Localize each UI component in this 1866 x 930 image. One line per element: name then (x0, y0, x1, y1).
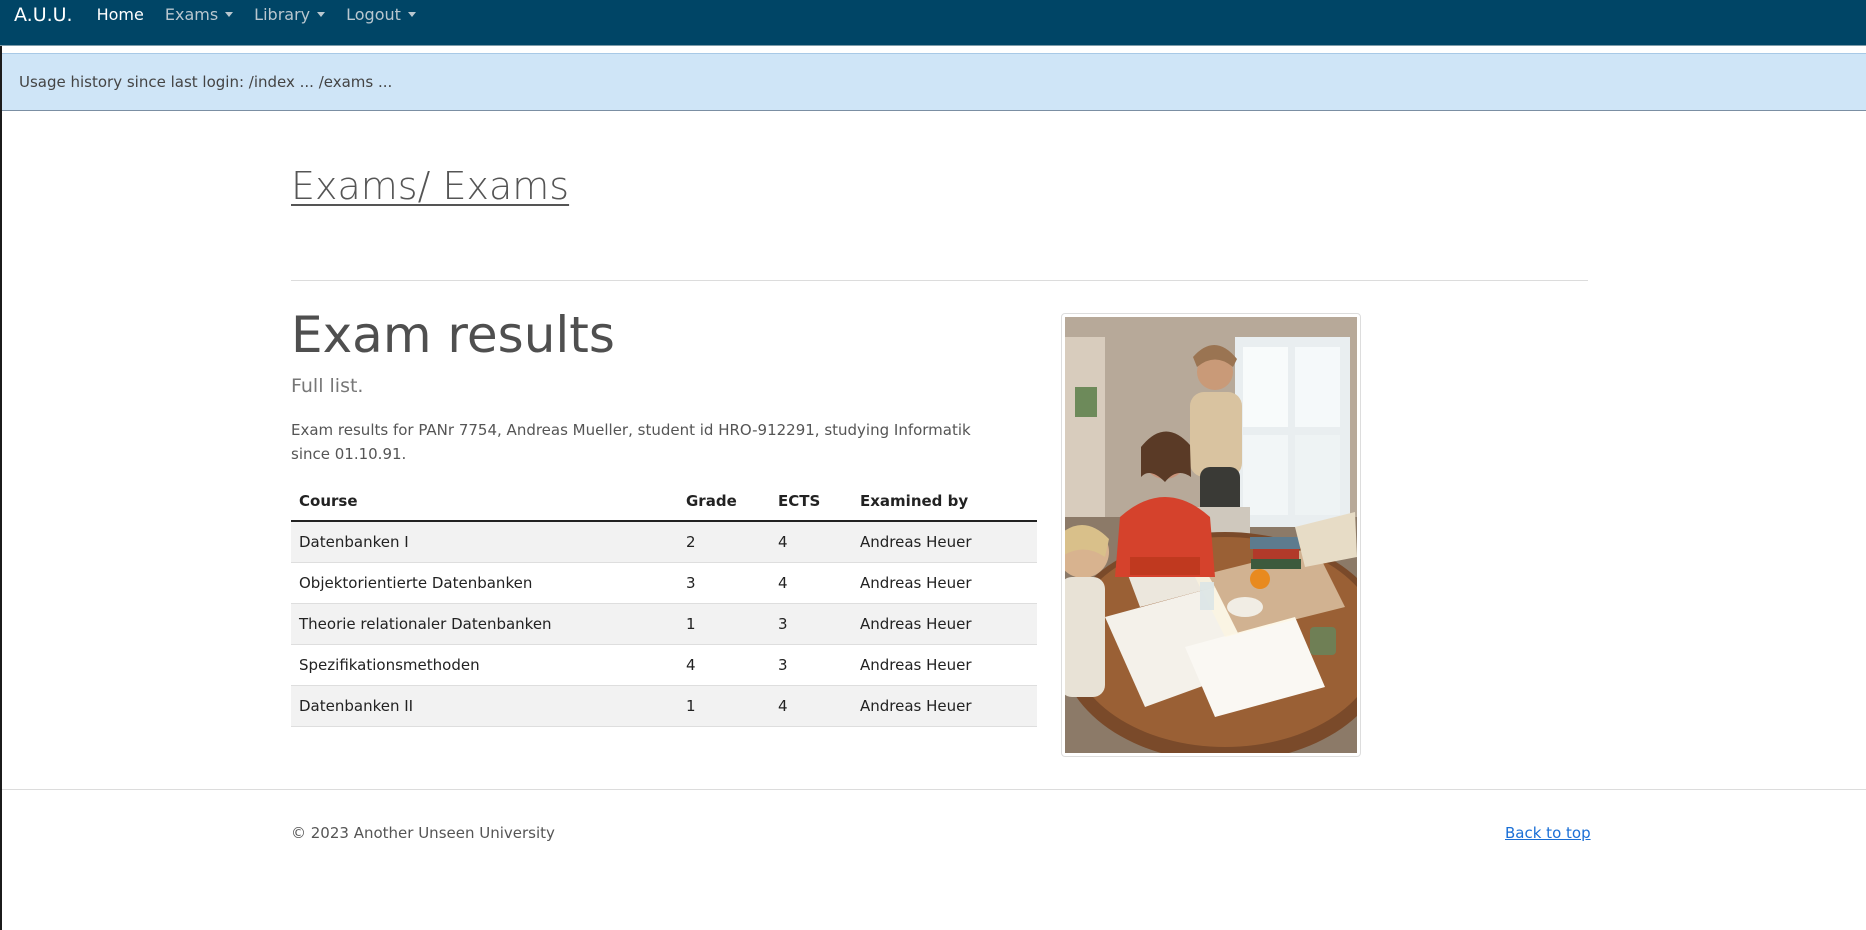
nav-home-label: Home (96, 5, 144, 24)
window-edge (0, 0, 2, 930)
cell-ects: 4 (770, 562, 852, 604)
student-description: Exam results for PANr 7754, Andreas Muel… (291, 421, 971, 463)
cell-grade: 2 (678, 521, 770, 563)
cell-examiner: Andreas Heuer (852, 562, 1037, 604)
cell-examiner: Andreas Heuer (852, 644, 1037, 686)
cell-ects: 4 (770, 685, 852, 727)
brand-logo[interactable]: A.U.U. (14, 4, 73, 26)
cell-grade: 1 (678, 685, 770, 727)
exam-results-heading: Exam results (291, 306, 615, 364)
students-studying-photo (1061, 313, 1361, 757)
usage-history-text: Usage history since last login: /index .… (19, 73, 393, 91)
header-examined-by: Examined by (852, 482, 1037, 522)
table-row: Objektorientierte Datenbanken 3 4 Andrea… (291, 562, 1037, 604)
header-divider (291, 280, 1588, 281)
header-ects: ECTS (770, 482, 852, 522)
table-row: Datenbanken II 1 4 Andreas Heuer (291, 685, 1037, 727)
usage-history-alert: Usage history since last login: /index .… (2, 53, 1866, 111)
page-title-link[interactable]: Exams/ Exams (291, 164, 569, 208)
table-header-row: Course Grade ECTS Examined by (291, 482, 1037, 522)
cell-examiner: Andreas Heuer (852, 603, 1037, 645)
footer-copyright: © 2023 Another Unseen University (291, 824, 555, 842)
cell-course: Datenbanken II (291, 685, 678, 727)
cell-grade: 3 (678, 562, 770, 604)
cell-ects: 3 (770, 603, 852, 645)
nav-exams-dropdown[interactable]: Exams (164, 5, 234, 24)
cell-course: Objektorientierte Datenbanken (291, 562, 678, 604)
footer-divider (2, 789, 1866, 790)
nav-logout-label: Logout (346, 5, 401, 24)
cell-course: Datenbanken I (291, 521, 678, 563)
cell-grade: 4 (678, 644, 770, 686)
cell-ects: 4 (770, 521, 852, 563)
nav-library-label: Library (254, 5, 311, 24)
cell-examiner: Andreas Heuer (852, 685, 1037, 727)
nav-exams-label: Exams (164, 5, 219, 24)
caret-down-icon (225, 12, 234, 17)
table-row: Spezifikationsmethoden 4 3 Andreas Heuer (291, 644, 1037, 686)
table-row: Theorie relationaler Datenbanken 1 3 And… (291, 603, 1037, 645)
cell-ects: 3 (770, 644, 852, 686)
exam-results-table: Course Grade ECTS Examined by Datenbanke… (291, 482, 1037, 727)
cell-course: Theorie relationaler Datenbanken (291, 603, 678, 645)
photo-illustration (1065, 317, 1357, 753)
cell-course: Spezifikationsmethoden (291, 644, 678, 686)
header-grade: Grade (678, 482, 770, 522)
header-course: Course (291, 482, 678, 522)
cell-grade: 1 (678, 603, 770, 645)
lead-text: Full list. (291, 375, 364, 397)
top-navbar: A.U.U. Home Exams Library Logout (0, 0, 1866, 46)
caret-down-icon (317, 12, 326, 17)
nav-logout-dropdown[interactable]: Logout (346, 5, 416, 24)
caret-down-icon (407, 12, 416, 17)
cell-examiner: Andreas Heuer (852, 521, 1037, 563)
nav-library-dropdown[interactable]: Library (254, 5, 326, 24)
nav-home[interactable]: Home (97, 5, 144, 24)
back-to-top-link[interactable]: Back to top (1505, 824, 1591, 842)
table-row: Datenbanken I 2 4 Andreas Heuer (291, 521, 1037, 563)
